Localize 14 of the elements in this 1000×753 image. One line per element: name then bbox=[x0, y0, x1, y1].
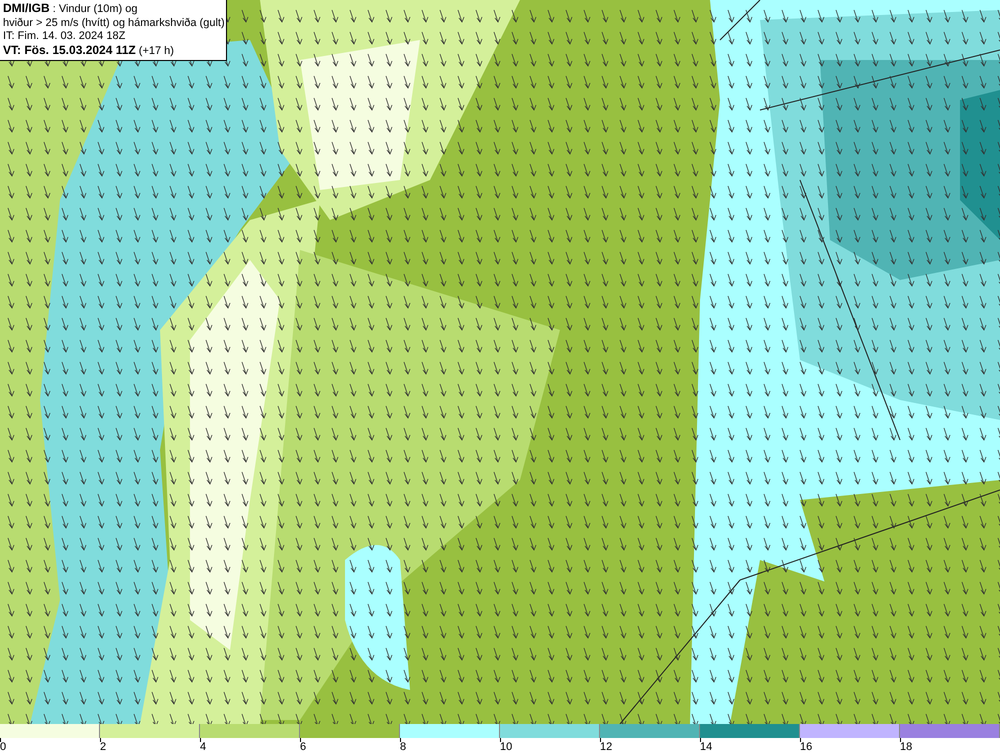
legend-label: 16 bbox=[800, 741, 812, 753]
legend-label: 4 bbox=[200, 741, 206, 753]
legend-label: 10 bbox=[500, 741, 512, 753]
title-line: DMI/IGB : Vindur (10m) og bbox=[3, 2, 139, 16]
legend-label: 14 bbox=[700, 741, 712, 753]
legend-label: 2 bbox=[100, 741, 106, 753]
legend-label: 8 bbox=[400, 741, 406, 753]
title-line: VT: Fös. 15.03.2024 11Z (+17 h) bbox=[3, 44, 175, 58]
title-line: hviður > 25 m/s (hvítt) og hámarkshviða (gult) bbox=[3, 16, 223, 30]
legend-label: 6 bbox=[300, 741, 306, 753]
legend-label: 12 bbox=[600, 741, 612, 753]
legend-label: 0 bbox=[0, 741, 6, 753]
legend-label: 18 bbox=[900, 741, 912, 753]
title-line: IT: Fim. 14. 03. 2024 18Z bbox=[3, 30, 126, 44]
